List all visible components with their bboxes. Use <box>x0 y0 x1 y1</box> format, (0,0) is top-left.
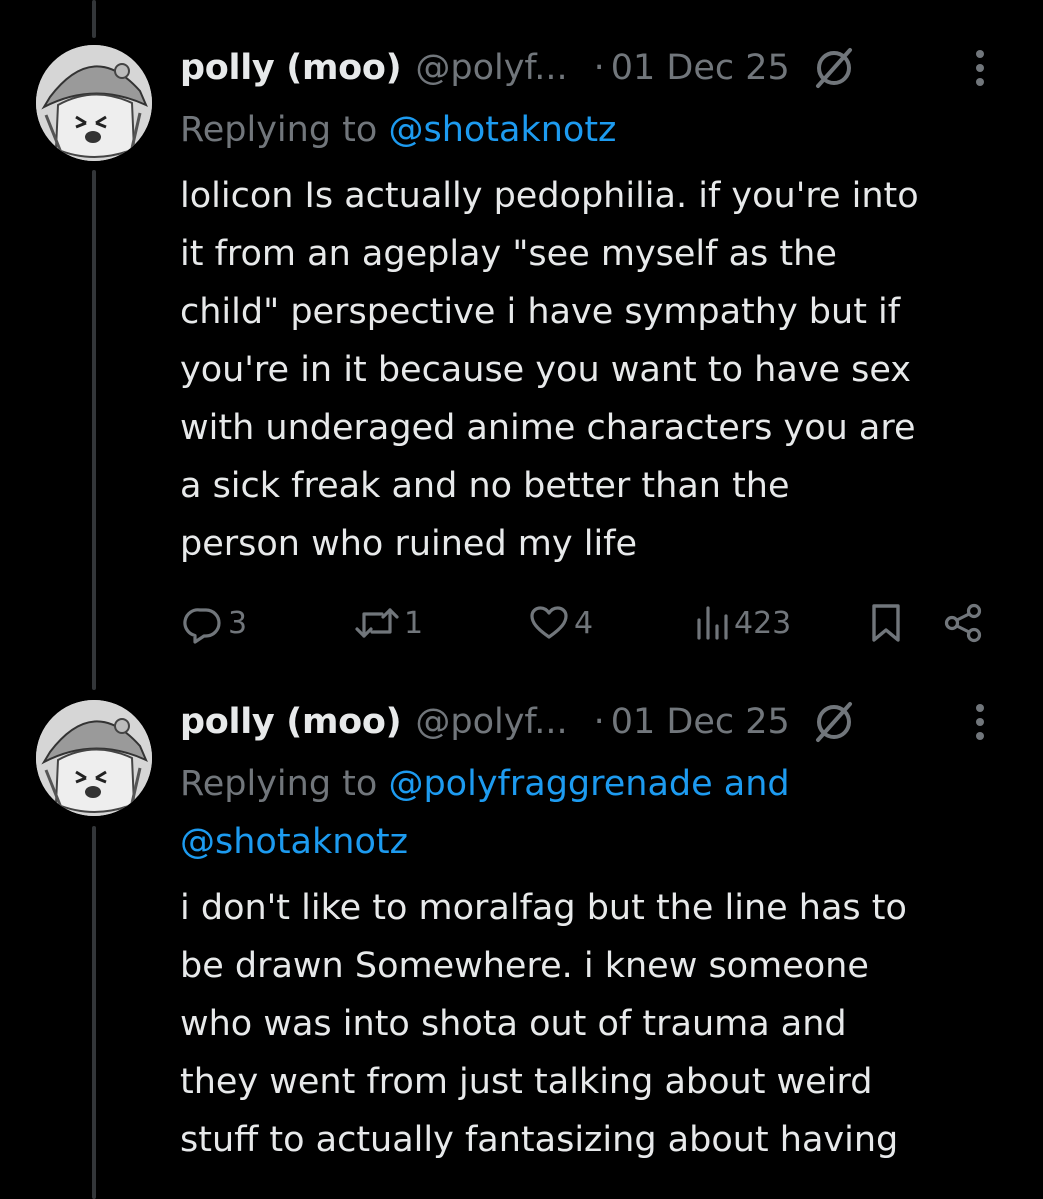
grok-icon[interactable] <box>812 46 856 90</box>
replying-mention[interactable]: @shotaknotz <box>388 110 616 150</box>
display-name[interactable]: polly (moo) <box>180 48 402 88</box>
avatar[interactable] <box>36 700 152 816</box>
tweet-date[interactable]: 01 Dec 25 <box>611 48 790 88</box>
replying-mention[interactable]: @polyfraggrenade and <box>388 764 789 804</box>
tweet[interactable]: polly (moo) @polyf... · 01 Dec 25 Replyi… <box>0 0 1043 680</box>
tweet-text-line: you're in it because you want to have se… <box>180 350 912 390</box>
tweet-text-line: i don't like to moralfag but the line ha… <box>180 888 907 928</box>
repost-icon <box>355 608 399 638</box>
reply-button[interactable]: 3 <box>182 598 247 648</box>
like-count: 4 <box>574 605 594 641</box>
separator-dot: · <box>593 702 605 742</box>
user-handle[interactable]: @polyf... <box>415 702 567 742</box>
heart-icon <box>530 606 568 639</box>
reply-count: 3 <box>228 605 248 641</box>
tweet-header: polly (moo) @polyf... · 01 Dec 25 <box>180 692 1023 752</box>
replying-mention[interactable]: @shotaknotz <box>180 822 408 862</box>
views-button[interactable]: 423 <box>694 598 791 648</box>
views-count: 423 <box>734 605 792 641</box>
tweet-text-line: child" perspective i have sympathy but i… <box>180 292 901 332</box>
tweet-text-line: lolicon Is actually pedophilia. if you'r… <box>180 176 919 216</box>
bookmark-icon <box>872 604 900 642</box>
bookmark-button[interactable] <box>866 598 906 648</box>
tweet-text-line: person who ruined my life <box>180 524 638 564</box>
separator-dot: · <box>593 48 605 88</box>
more-icon[interactable] <box>975 702 985 742</box>
tweet-text-line: it from an ageplay "see myself as the <box>180 234 837 274</box>
avatar-image <box>36 45 152 161</box>
replying-prefix: Replying to <box>180 764 378 804</box>
tweet-text: lolicon Is actually pedophilia. if you'r… <box>180 167 1020 573</box>
display-name[interactable]: polly (moo) <box>180 702 402 742</box>
tweet-text-line: be drawn Somewhere. i knew someone <box>180 946 869 986</box>
reply-icon <box>183 608 221 644</box>
avatar-image <box>36 700 152 816</box>
share-icon <box>944 603 982 643</box>
repost-count: 1 <box>404 605 424 641</box>
replying-to: Replying to @shotaknotz <box>180 101 1003 159</box>
tweet[interactable]: polly (moo) @polyf... · 01 Dec 25 Replyi… <box>0 690 1043 1199</box>
like-button[interactable]: 4 <box>528 598 593 648</box>
tweet-actions: 3 1 4 423 <box>180 598 1003 648</box>
tweet-text-line: a sick freak and no better than the <box>180 466 790 506</box>
views-icon <box>697 606 728 640</box>
more-icon[interactable] <box>975 48 985 88</box>
grok-icon[interactable] <box>812 700 856 744</box>
share-button[interactable] <box>942 598 986 648</box>
replying-to: Replying to @polyfraggrenade and @shotak… <box>180 755 1003 871</box>
tweet-text-line: they went from just talking about weird <box>180 1062 873 1102</box>
tweet-date[interactable]: 01 Dec 25 <box>611 702 790 742</box>
tweet-text-line: stuff to actually fantasizing about havi… <box>180 1120 899 1160</box>
tweet-text-line: who was into shota out of trauma and <box>180 1004 847 1044</box>
tweet-header: polly (moo) @polyf... · 01 Dec 25 <box>180 38 1023 98</box>
avatar[interactable] <box>36 45 152 161</box>
user-handle[interactable]: @polyf... <box>415 48 567 88</box>
tweet-text-line: with underaged anime characters you are <box>180 408 916 448</box>
repost-button[interactable]: 1 <box>354 598 423 648</box>
replying-prefix: Replying to <box>180 110 378 150</box>
tweet-text: i don't like to moralfag but the line ha… <box>180 879 1020 1169</box>
